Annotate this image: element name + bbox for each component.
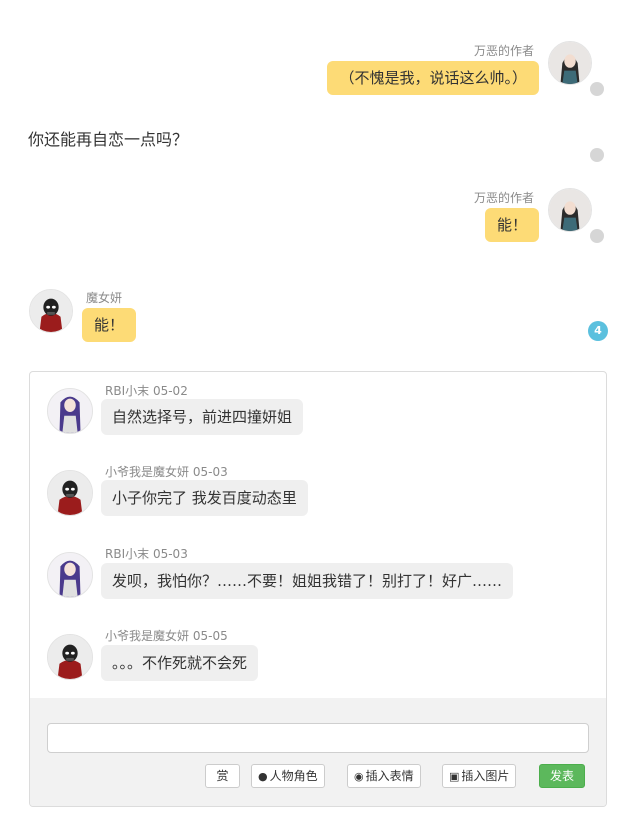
status-dot [590, 82, 604, 96]
comment-author: RBI小末 [105, 384, 150, 398]
comment-author: 小爷我是魔女妍 [105, 465, 190, 479]
comment-date: 05-05 [192, 629, 228, 643]
rbi-avatar[interactable] [47, 388, 93, 434]
message-author-name: 万恶的作者 [473, 44, 534, 58]
message-author-name: 万恶的作者 [473, 191, 534, 205]
reward-button[interactable]: 赏 [205, 764, 240, 788]
comment-meta: RBI小末 05-03 [105, 545, 188, 562]
witch-avatar[interactable] [47, 470, 93, 516]
image-button[interactable]: ▣ 插入图片 [442, 764, 517, 788]
comment-meta: 小爷我是魔女妍 05-03 [105, 463, 228, 480]
comment-date: 05-03 [152, 547, 188, 561]
narration-text: 你还能再自恋一点吗？ [28, 130, 189, 149]
comment-meta: RBI小末 05-02 [105, 382, 188, 399]
message-author-name: 魔女妍 [86, 291, 123, 305]
comment-date: 05-02 [152, 384, 188, 398]
message-bubble: 能！ [484, 208, 539, 242]
status-dot [590, 229, 604, 243]
cat-icon: ◉ [354, 770, 364, 783]
picture-icon: ▣ [449, 770, 460, 783]
witch-avatar[interactable] [47, 634, 93, 680]
comment-bubble: 自然选择号，前进四撞妍姐 [101, 399, 304, 435]
emoji-button[interactable]: ◉ 插入表情 [347, 764, 421, 788]
publish-button[interactable]: 发表 [539, 764, 586, 788]
reply-area: 赏 ● 人物角色 ◉ 插入表情 ▣ 插入图片 发表 [30, 698, 606, 806]
reply-input[interactable] [47, 723, 589, 753]
author-avatar[interactable] [548, 188, 592, 232]
comment-bubble: 。。。不作死就不会死 [101, 645, 259, 681]
comment-meta: 小爷我是魔女妍 05-05 [105, 627, 228, 644]
character-button-label: 人物角色 [269, 769, 318, 783]
message-bubble: （不愧是我，说话这么帅。） [327, 61, 539, 95]
author-avatar[interactable] [548, 41, 592, 85]
emoji-button-label: 插入表情 [365, 769, 414, 783]
comment-date: 05-03 [192, 465, 228, 479]
comment-bubble: 小子你完了 我发百度动态里 [101, 480, 308, 516]
witch-avatar[interactable] [29, 289, 73, 333]
comment-author: 小爷我是魔女妍 [105, 629, 190, 643]
comment-bubble: 发呗，我怕你？……不要！姐姐我错了！别打了！好广…… [101, 563, 514, 599]
message-bubble: 能！ [82, 308, 137, 342]
image-button-label: 插入图片 [461, 769, 510, 783]
character-button[interactable]: ● 人物角色 [251, 764, 325, 788]
comment-count-badge[interactable]: 4 [588, 321, 608, 341]
comment-author: RBI小末 [105, 547, 150, 561]
comment-panel: RBI小末 05-02 自然选择号，前进四撞妍姐 小爷我是魔女妍 05-03 小… [29, 371, 607, 807]
rbi-avatar[interactable] [47, 552, 93, 598]
status-dot [590, 148, 604, 162]
speech-icon: ● [258, 770, 268, 783]
